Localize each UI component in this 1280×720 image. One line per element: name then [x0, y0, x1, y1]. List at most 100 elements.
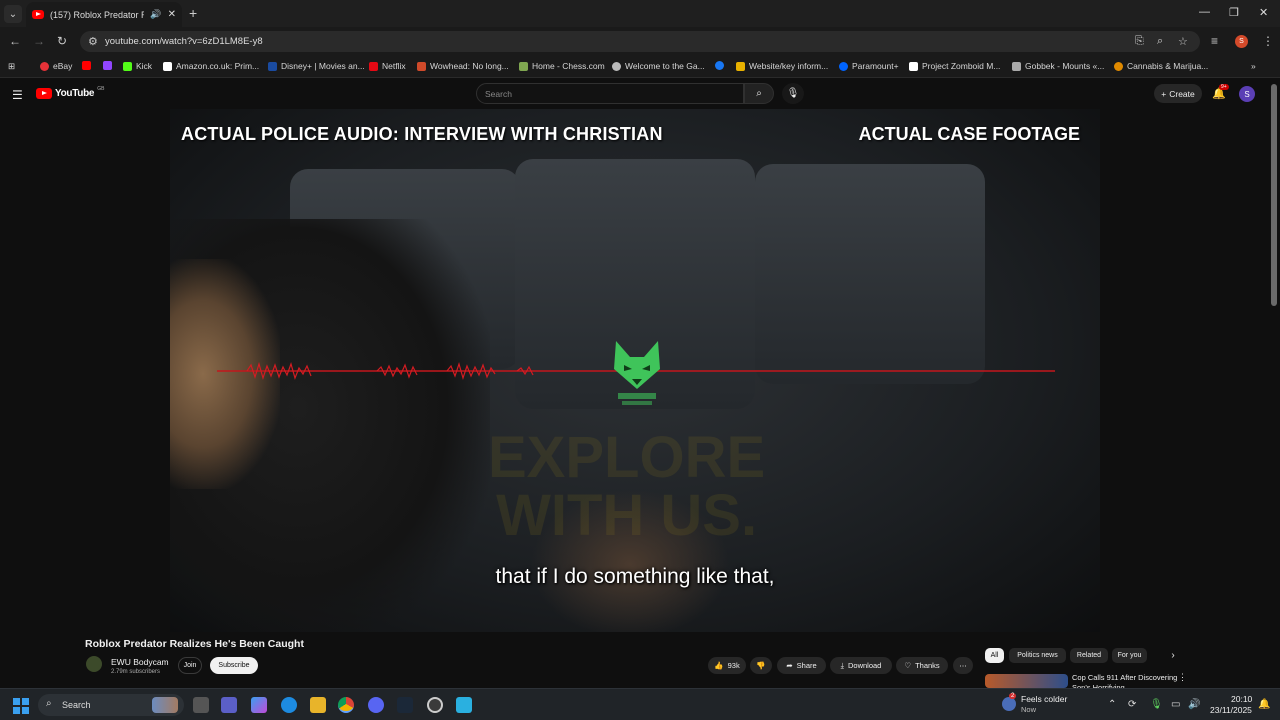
edge-icon[interactable] [281, 697, 297, 713]
tab-close-icon[interactable]: ✕ [168, 9, 176, 20]
video-player[interactable]: ACTUAL POLICE AUDIO: INTERVIEW WITH CHRI… [170, 109, 1100, 632]
bookmark-item[interactable]: Gobbek - Mounts «... [1012, 61, 1104, 71]
media-controls-icon[interactable]: ≡ [1211, 34, 1218, 48]
plus-icon: + [1161, 88, 1167, 99]
chip-politics-news[interactable]: Politics news [1009, 648, 1066, 663]
hamburger-menu-icon[interactable]: ☰ [12, 88, 23, 102]
profile-icon[interactable]: S [1235, 35, 1248, 48]
bookmark-label: Gobbek - Mounts «... [1025, 61, 1105, 71]
new-tab-icon[interactable]: + [189, 5, 197, 21]
recommendation-menu-icon[interactable]: ⋮ [1178, 672, 1187, 683]
task-view-icon[interactable] [193, 697, 209, 713]
bookmark-item[interactable]: Website/key inform... [736, 61, 828, 71]
volume-icon[interactable]: 🔊 [1188, 699, 1200, 710]
bookmark-item[interactable] [715, 61, 724, 70]
search-input[interactable]: Search [476, 83, 744, 104]
url-text[interactable]: youtube.com/watch?v=6zD1LM8E-y8 [105, 36, 263, 47]
menu-kebab-icon[interactable]: ⋮ [1262, 34, 1274, 48]
bookmark-item[interactable]: Home - Chess.com [519, 61, 605, 71]
steam-icon[interactable] [397, 697, 413, 713]
forward-icon[interactable]: → [33, 34, 45, 48]
channel-avatar[interactable] [86, 656, 102, 672]
game-icon [612, 61, 621, 71]
reload-icon[interactable]: ↻ [57, 34, 67, 48]
speaker-icon[interactable]: 🔊 [150, 9, 161, 20]
page-scrollbar[interactable] [1271, 84, 1277, 306]
close-window-icon[interactable]: ✕ [1259, 6, 1268, 19]
bookmarks-overflow-icon[interactable]: » [1251, 61, 1256, 71]
microphone-icon[interactable]: 🎙 [782, 83, 804, 104]
clock-date[interactable]: 23/11/2025 [1210, 705, 1252, 715]
like-button[interactable]: 👍 93k [708, 657, 746, 674]
more-actions-icon[interactable]: ⋯ [953, 657, 973, 674]
network-icon[interactable]: ▭ [1171, 699, 1180, 710]
bookmark-item[interactable]: Disney+ | Movies an... [268, 61, 365, 71]
chip-related[interactable]: Related [1070, 648, 1108, 663]
bookmark-star-icon[interactable]: ☆ [1178, 35, 1188, 48]
mic-tray-icon[interactable]: 🎙 [1150, 699, 1163, 710]
browser-tab-active[interactable]: (157) Roblox Predator Reali... 🔊 ✕ [26, 2, 182, 27]
bookmark-item[interactable]: Project Zomboid M... [909, 61, 1000, 71]
bookmark-item[interactable]: Welcome to the Ga... [612, 61, 705, 71]
address-bar[interactable]: ⚙ youtube.com/watch?v=6zD1LM8E-y8 ⎘ ⌕ ☆ [80, 31, 1200, 52]
install-app-icon[interactable]: ⎘ [1135, 35, 1144, 48]
wowhead-icon [417, 61, 426, 71]
thumbs-down-icon: 👎 [756, 661, 766, 670]
dislike-button[interactable]: 👎 [750, 657, 772, 674]
join-button[interactable]: Join [178, 657, 202, 674]
recommendation-thumbnail[interactable] [985, 674, 1068, 688]
search-icon[interactable]: ⌕ [744, 83, 774, 104]
zoom-icon[interactable]: ⌕ [1157, 35, 1163, 48]
tab-search-icon[interactable]: ⌄ [4, 5, 22, 23]
app-blue-icon[interactable] [456, 697, 472, 713]
bookmark-item[interactable]: Cannabis & Marijua... [1114, 61, 1208, 71]
bookmark-item[interactable]: Amazon.co.uk: Prim... [163, 61, 259, 71]
minimize-icon[interactable]: — [1199, 6, 1210, 18]
clock-time[interactable]: 20:10 [1231, 694, 1252, 704]
weather-subtitle: Now [1021, 705, 1037, 714]
restore-icon[interactable]: ❐ [1229, 6, 1239, 19]
watermark: EXPLORE WITH US. [488, 425, 766, 548]
disney-icon [268, 61, 277, 71]
bookmark-item[interactable]: Netflix [369, 61, 406, 71]
bookmark-item[interactable]: Wowhead: No long... [417, 61, 509, 71]
chip-for-you[interactable]: For you [1112, 648, 1147, 663]
bookmark-item[interactable]: Kick [123, 61, 152, 71]
back-icon[interactable]: ← [9, 34, 21, 48]
video-overlay-tag: ACTUAL CASE FOOTAGE [858, 124, 1080, 144]
bookmark-label: Home - Chess.com [532, 61, 605, 71]
app-icon[interactable] [427, 697, 443, 713]
create-button[interactable]: + Create [1154, 84, 1202, 103]
bookmark-label: Wowhead: No long... [430, 61, 509, 71]
taskbar-search[interactable]: ⌕ Search [38, 694, 184, 716]
copilot-icon[interactable] [251, 697, 267, 713]
file-explorer-icon[interactable] [310, 697, 326, 713]
video-subtitle: that if I do something like that, [495, 565, 775, 588]
apps-grid-icon[interactable]: ⊞ [8, 61, 15, 72]
weather-title: Feels colder [1021, 694, 1068, 704]
recommendation-title[interactable]: Cop Calls 911 After Discovering Son's Ho… [1072, 673, 1182, 689]
video-overlay-heading: ACTUAL POLICE AUDIO: INTERVIEW WITH CHRI… [181, 124, 663, 144]
download-button[interactable]: ⤓ Download [830, 657, 892, 674]
bookmark-item[interactable] [82, 61, 91, 70]
notification-center-icon[interactable]: 🔔 [1258, 699, 1270, 710]
thanks-button[interactable]: ♡ Thanks [896, 657, 948, 674]
avatar[interactable]: S [1239, 86, 1255, 102]
twitch-icon [103, 61, 112, 70]
bookmark-item[interactable] [103, 61, 112, 70]
bookmark-item[interactable]: Paramount+ [839, 61, 899, 71]
chip-all[interactable]: All [985, 648, 1004, 663]
windows-start-icon[interactable] [13, 698, 29, 714]
teams-icon[interactable] [221, 697, 237, 713]
sync-icon[interactable]: ⟳ [1128, 699, 1136, 710]
chips-next-icon[interactable]: › [1163, 648, 1183, 663]
discord-icon[interactable] [368, 697, 384, 713]
bookmark-item[interactable]: eBay [40, 61, 72, 71]
subscribe-button[interactable]: Subscribe [210, 657, 258, 674]
site-info-icon[interactable]: ⚙ [88, 35, 98, 48]
share-button[interactable]: ➦ Share [777, 657, 826, 674]
chrome-icon[interactable] [338, 697, 354, 713]
youtube-logo[interactable]: YouTube GB [36, 86, 104, 99]
channel-name[interactable]: EWU Bodycam [111, 657, 169, 667]
tray-overflow-icon[interactable]: ⌃ [1108, 699, 1116, 710]
